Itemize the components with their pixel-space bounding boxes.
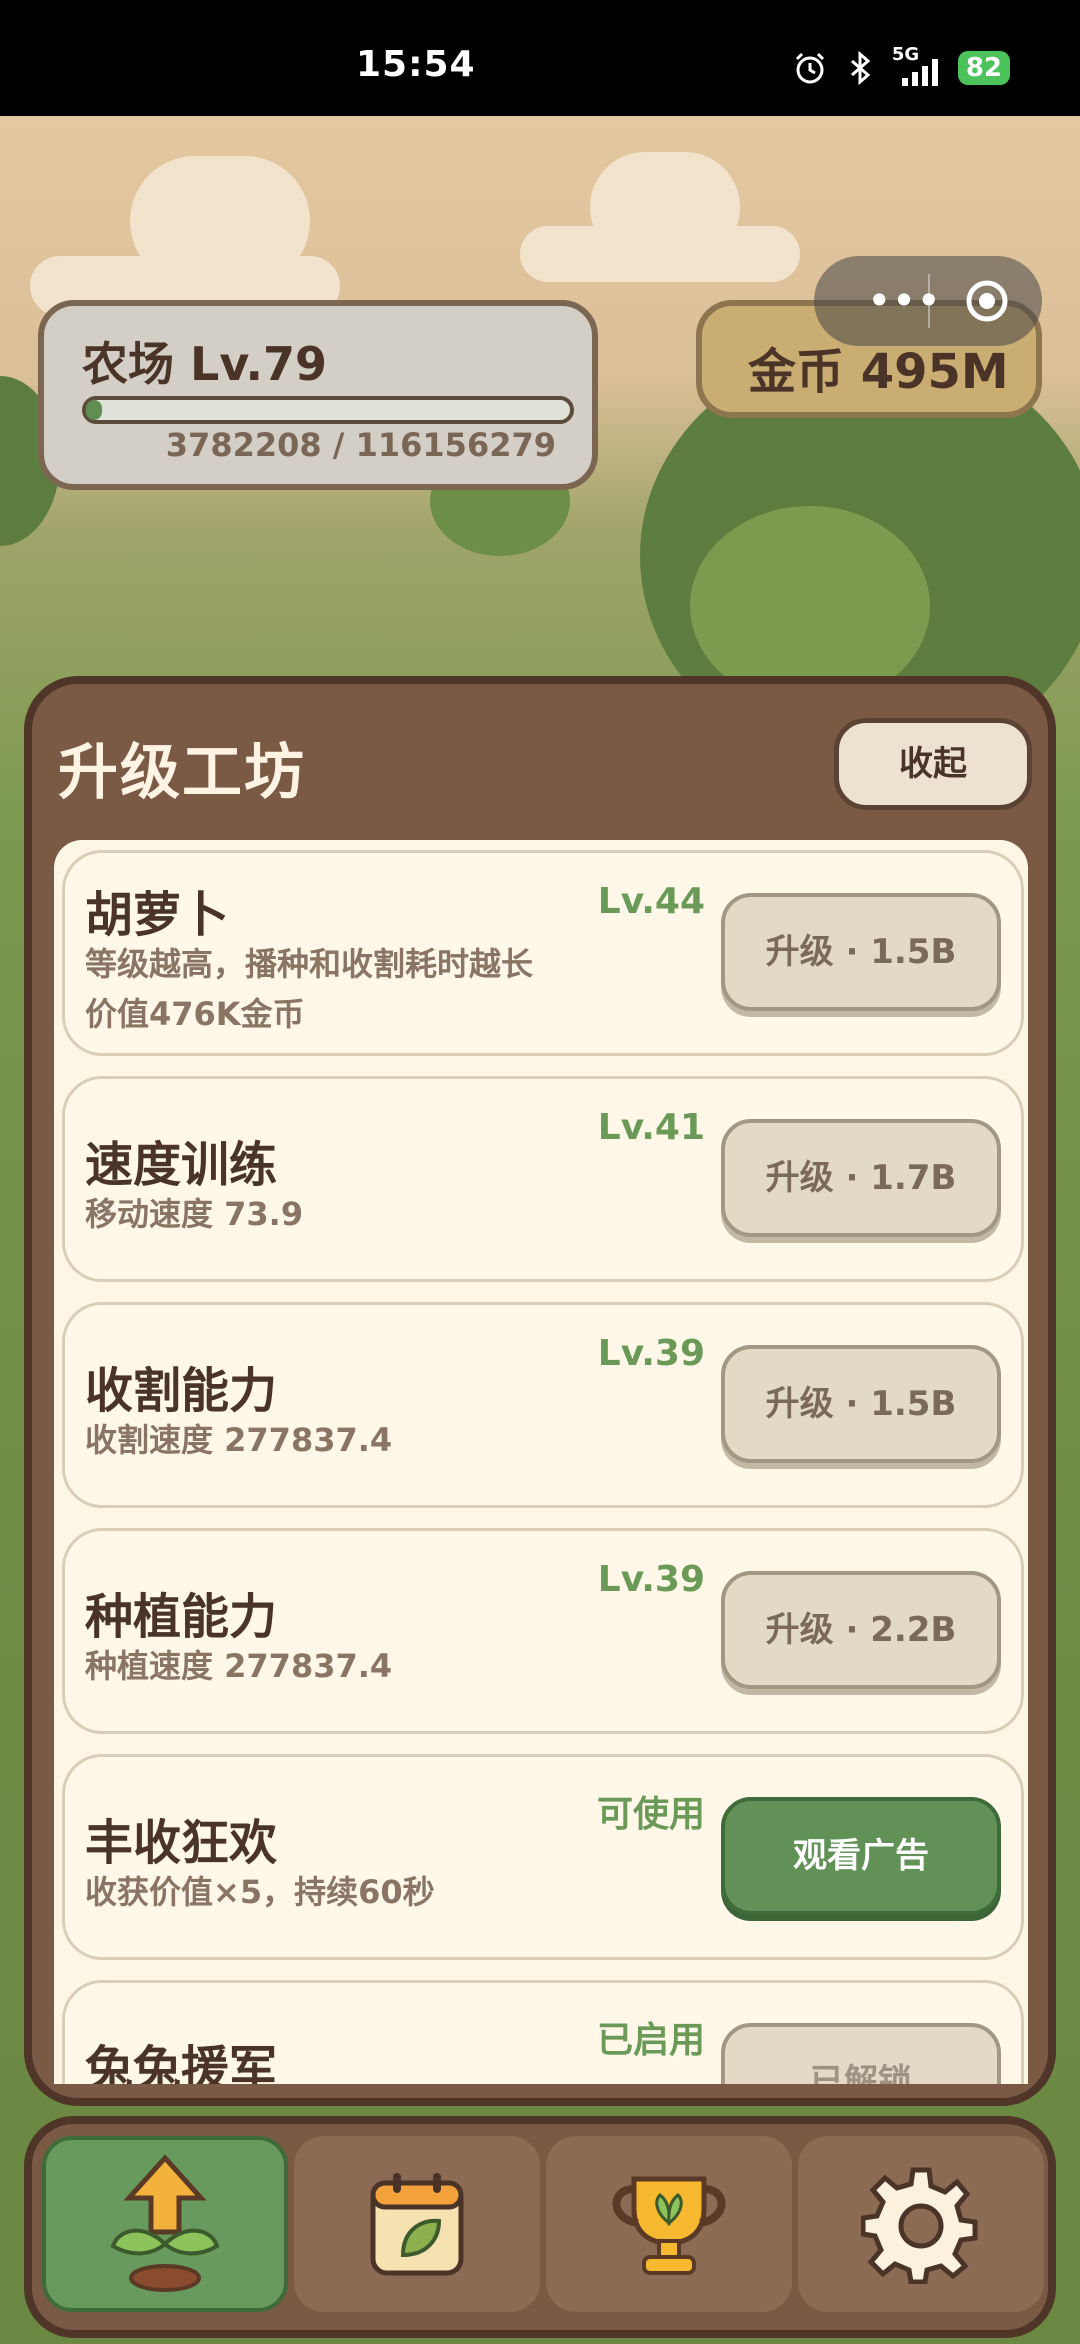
status-bar: 15:54 5G 82	[0, 0, 1080, 116]
upgrade-button[interactable]: 升级 · 1.7B	[721, 1119, 1001, 1237]
trophy-icon	[612, 2176, 726, 2275]
bluetooth-icon	[850, 50, 871, 86]
item-name: 种植能力	[85, 1589, 278, 1645]
calendar-leaf-icon	[370, 2173, 464, 2276]
tab-calendar[interactable]	[294, 2136, 540, 2312]
farm-level-title: 农场 Lv.79	[82, 337, 328, 391]
item-level: Lv.44	[597, 881, 705, 922]
farm-xp-fill	[86, 400, 102, 420]
bottom-nav	[24, 2116, 1056, 2338]
upgrade-button[interactable]: 升级 · 2.2B	[721, 1571, 1001, 1689]
item-description: 收割速度 277837.4	[85, 1421, 393, 1459]
upgrade-list[interactable]: 胡萝卜 等级越高，播种和收割耗时越长 价值476K金币 Lv.44 升级 · 1…	[54, 840, 1028, 2084]
status-icons: 5G 82	[792, 44, 1010, 86]
item-status: 可使用	[596, 1794, 705, 1835]
capsule-divider	[928, 274, 930, 328]
tab-trophy[interactable]	[546, 2136, 792, 2312]
target-circle-icon[interactable]	[964, 278, 1010, 324]
signal-icon: 5G	[892, 44, 944, 86]
item-level: Lv.41	[597, 1107, 705, 1148]
item-value: 价值476K金币	[85, 995, 305, 1033]
item-name: 胡萝卜	[85, 887, 230, 943]
item-level: Lv.39	[597, 1559, 705, 1600]
farm-xp-bar	[82, 396, 574, 424]
upgrade-item-harvest-carnival: 丰收狂欢 收获价值×5，持续60秒 可使用 观看广告	[62, 1754, 1024, 1960]
upgrade-item-planting-ability: 种植能力 种植速度 277837.4 Lv.39 升级 · 2.2B	[62, 1528, 1024, 1734]
upgrade-button[interactable]: 升级 · 1.5B	[721, 893, 1001, 1011]
upgrade-item-harvest-ability: 收割能力 收割速度 277837.4 Lv.39 升级 · 1.5B	[62, 1302, 1024, 1508]
item-level: Lv.39	[597, 1333, 705, 1374]
upgrade-sprout-icon	[110, 2154, 220, 2292]
item-name: 丰收狂欢	[85, 1815, 278, 1871]
tab-upgrade[interactable]	[42, 2136, 288, 2312]
upgrade-workshop-panel: 升级工坊 收起 胡萝卜 等级越高，播种和收割耗时越长 价值476K金币 Lv.4…	[24, 676, 1056, 2106]
upgrade-item-carrot: 胡萝卜 等级越高，播种和收割耗时越长 价值476K金币 Lv.44 升级 · 1…	[62, 850, 1024, 1056]
item-name: 收割能力	[85, 1363, 278, 1419]
item-description: 收获价值×5，持续60秒	[85, 1873, 435, 1911]
farm-level-card: 农场 Lv.79 3782208 / 116156279	[38, 300, 598, 490]
item-status: 已启用	[596, 2020, 705, 2061]
battery-indicator: 82	[957, 51, 1010, 85]
farm-xp-text: 3782208 / 116156279	[165, 426, 556, 464]
miniprogram-capsule: •••	[814, 256, 1042, 346]
upgrade-item-speed-training: 速度训练 移动速度 73.9 Lv.41 升级 · 1.7B	[62, 1076, 1024, 1282]
more-dots-icon[interactable]: •••	[844, 276, 964, 326]
tab-settings[interactable]	[798, 2136, 1044, 2312]
panel-title: 升级工坊	[58, 738, 306, 808]
item-description: 种植速度 277837.4	[85, 1647, 393, 1685]
upgrade-item-rabbit-reinforcement: 兔兔援军 已启用 已解锁	[62, 1980, 1024, 2084]
settings-gear-icon	[861, 2167, 978, 2284]
item-name: 速度训练	[85, 1137, 278, 1193]
cloud	[130, 156, 310, 286]
item-name: 兔兔援军	[85, 2041, 278, 2084]
alarm-icon	[795, 52, 824, 84]
upgrade-button[interactable]: 升级 · 1.5B	[721, 1345, 1001, 1463]
unlocked-button[interactable]: 已解锁	[721, 2023, 1001, 2084]
collapse-button[interactable]: 收起	[834, 718, 1032, 810]
item-description: 等级越高，播种和收割耗时越长	[85, 945, 534, 983]
watch-ad-button[interactable]: 观看广告	[721, 1797, 1001, 1915]
cloud	[590, 152, 740, 262]
status-time: 15:54	[356, 44, 476, 85]
item-description: 移动速度 73.9	[85, 1195, 304, 1233]
